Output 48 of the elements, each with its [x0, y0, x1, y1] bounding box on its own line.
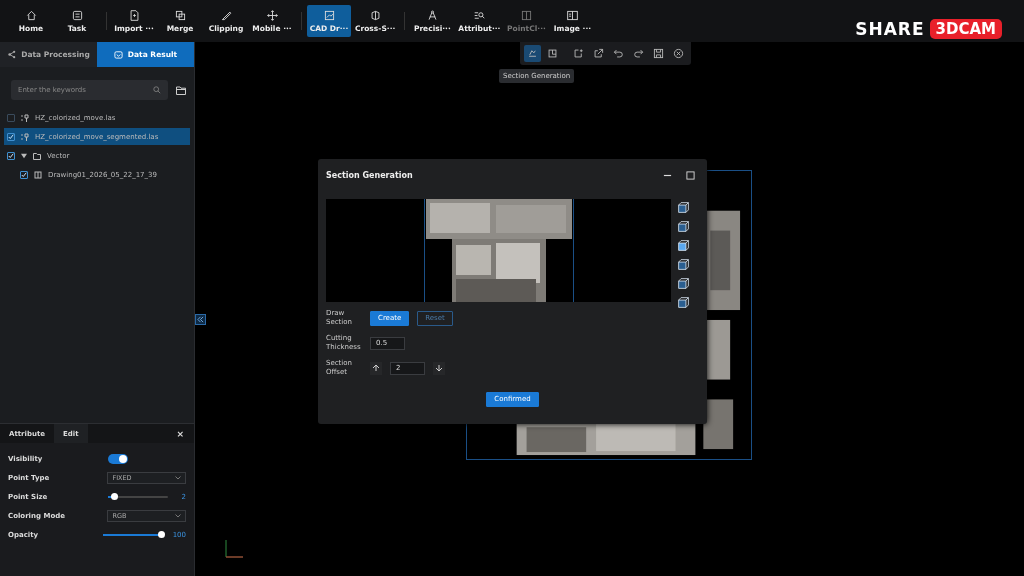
section-icon	[527, 48, 538, 59]
close-icon	[673, 48, 684, 59]
checkbox[interactable]	[20, 170, 28, 179]
nodes-icon	[7, 50, 17, 59]
list-icon	[71, 9, 83, 21]
folder-icon	[33, 151, 41, 160]
checkbox[interactable]	[7, 151, 15, 160]
move-icon	[266, 9, 278, 21]
slider-track[interactable]	[108, 495, 168, 498]
add-frame-icon	[573, 48, 584, 59]
collapse-button[interactable]	[195, 314, 206, 325]
visibility-toggle[interactable]	[108, 453, 128, 464]
chevron-icon	[175, 475, 181, 480]
compass-icon	[426, 9, 438, 21]
save-icon	[653, 48, 664, 59]
search-icon	[153, 86, 161, 94]
dialog-title: Section Generation	[326, 170, 413, 180]
slider-thumb[interactable]	[111, 492, 118, 500]
export-icon	[593, 48, 604, 59]
logo-text: SHARE	[855, 19, 925, 39]
up-button[interactable]	[370, 361, 382, 375]
down-button[interactable]	[433, 361, 445, 375]
drawing-board-icon	[323, 9, 335, 21]
drawing-icon	[34, 170, 42, 179]
down-arrow-icon	[435, 364, 443, 373]
tool-button[interactable]	[524, 45, 541, 62]
split-frame-icon	[520, 9, 532, 21]
close-button[interactable]: ×	[176, 428, 184, 439]
redo-icon	[633, 48, 644, 59]
layers-icon	[174, 9, 186, 21]
double-chevron-icon	[197, 316, 204, 323]
expand-caret-icon[interactable]	[21, 152, 27, 159]
undo-icon	[613, 48, 624, 59]
logo-badge: 3DCAM	[929, 19, 1002, 39]
folder-icon[interactable]	[176, 85, 186, 95]
checkbox[interactable]	[7, 113, 15, 122]
document-icon	[128, 9, 140, 21]
box-icon	[113, 50, 123, 59]
slider-thumb[interactable]	[157, 530, 165, 538]
up-arrow-icon	[372, 364, 380, 373]
axis-gizmo-icon	[223, 538, 245, 560]
checkbox[interactable]	[7, 132, 15, 141]
point-cloud-icon	[21, 132, 29, 141]
image-frame-icon	[566, 9, 578, 21]
chevron-icon	[175, 513, 181, 518]
home-icon	[25, 9, 37, 21]
search-list-icon	[473, 9, 485, 21]
point-cloud-icon	[21, 113, 29, 122]
